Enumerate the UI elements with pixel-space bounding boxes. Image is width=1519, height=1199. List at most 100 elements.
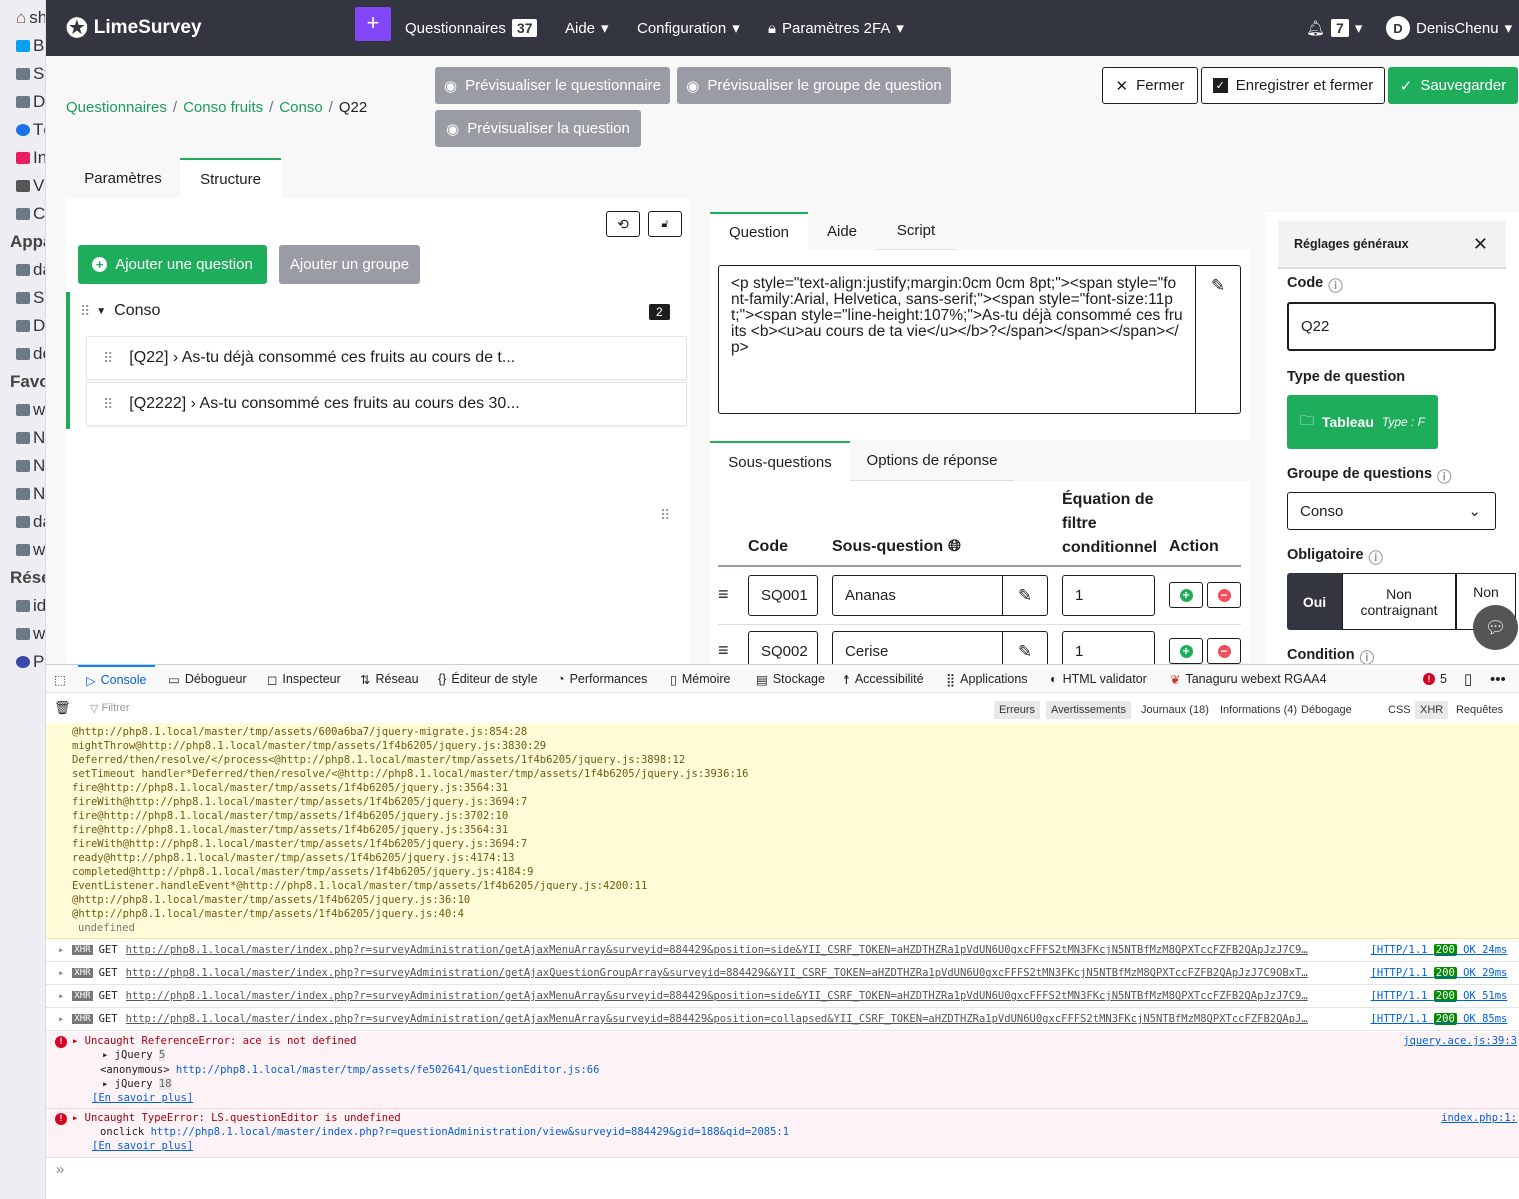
tab-console[interactable]: ▷ Console xyxy=(78,665,155,693)
xhr-request-row[interactable]: ▸ XHR GET http://php8.1.local/master/index.… xyxy=(46,985,1519,1008)
error-count[interactable]: ! 5 xyxy=(1423,665,1447,693)
error-message[interactable]: ▸ Uncaught TypeError: LS.questionEditor … xyxy=(72,1112,401,1124)
clear-console-icon[interactable]: 🗑︎ xyxy=(54,700,71,716)
sidebar-item[interactable]: da xyxy=(16,512,45,532)
question-type-button[interactable]: 🗀 Tableau Type : F xyxy=(1287,395,1438,449)
console-input[interactable]: » xyxy=(56,1161,64,1178)
sidebar-item[interactable]: w xyxy=(16,624,45,644)
edit-html-button[interactable]: ✎ xyxy=(1195,265,1241,414)
sidebar-item[interactable]: N xyxy=(16,484,45,504)
tab-memory[interactable]: ▯ Mémoire xyxy=(670,665,731,693)
tab-structure[interactable]: Structure xyxy=(180,158,281,198)
sidebar-item-home[interactable]: ⌂ sh xyxy=(16,8,45,28)
sidebar-item[interactable]: da xyxy=(16,260,45,280)
breadcrumb-questionnaires[interactable]: Questionnaires xyxy=(66,99,167,116)
status-link[interactable]: [HTTP/1.1 200 OK 51ms xyxy=(1371,990,1507,1002)
more-options-icon[interactable]: ••• xyxy=(1490,665,1506,693)
tab-html-validator[interactable]: ◐ HTML validator xyxy=(1050,665,1147,693)
preview-question-button[interactable]: ◉ Prévisualiser la question xyxy=(435,110,641,147)
notifications-button[interactable]: 🔔︎ 7 ▾ xyxy=(1306,0,1362,56)
group-select[interactable]: Conso ⌄ xyxy=(1287,492,1496,530)
sidebar-item[interactable]: D xyxy=(16,92,45,112)
expand-icon[interactable]: ▸ xyxy=(58,944,64,956)
stack-jquery[interactable]: ▸ jQuery 5 xyxy=(102,1049,166,1061)
stack-jquery[interactable]: ▸ jQuery 18 xyxy=(102,1078,172,1090)
request-url[interactable]: http://php8.1.local/master/index.php?r=s… xyxy=(126,944,1361,956)
group-row[interactable]: ⠿ ▼ Conso xyxy=(80,302,160,320)
sidebar-item[interactable]: In xyxy=(16,148,45,168)
sidebar-item[interactable]: P xyxy=(16,652,44,672)
tab-network[interactable]: ⇅ Réseau xyxy=(360,665,419,693)
close-button[interactable]: ✕ Fermer xyxy=(1102,67,1198,104)
tab-storage[interactable]: ▤ Stockage xyxy=(756,665,825,693)
filter-errors[interactable]: Erreurs xyxy=(994,701,1041,719)
filter-logs[interactable]: Journaux (18) xyxy=(1136,701,1214,719)
sidebar-item[interactable]: w xyxy=(16,540,45,560)
nav-aide[interactable]: Aide ▾ xyxy=(565,0,609,56)
sidebar-item[interactable]: w xyxy=(16,400,45,420)
pick-element-icon[interactable]: ⬚ xyxy=(54,665,66,693)
breadcrumb-group[interactable]: Conso xyxy=(279,99,322,116)
source-link[interactable]: http://php8.1.local/master/tmp/assets/fe… xyxy=(176,1064,600,1076)
sidebar-item[interactable]: Té xyxy=(16,120,45,140)
delete-row-button[interactable]: − xyxy=(1207,638,1241,664)
status-link[interactable]: [HTTP/1.1 200 OK 24ms xyxy=(1371,944,1507,956)
add-question-button[interactable]: + Ajouter une question xyxy=(78,245,267,284)
drag-handle-icon[interactable]: ⠿ xyxy=(103,350,113,367)
tab-applications[interactable]: ⣿ Applications xyxy=(946,665,1028,693)
sidebar-item[interactable]: D xyxy=(16,316,45,336)
close-icon[interactable]: ✕ xyxy=(1473,234,1488,255)
request-url[interactable]: http://php8.1.local/master/index.php?r=s… xyxy=(126,1013,1361,1025)
tab-performance[interactable]: ◔ Performances xyxy=(557,665,647,693)
sidebar-item[interactable]: de xyxy=(16,344,45,364)
sidebar-item[interactable]: Sy xyxy=(16,64,45,84)
resize-handle-icon[interactable]: ⠿ xyxy=(660,507,670,524)
source-link[interactable]: http://php8.1.local/master/index.php?r=q… xyxy=(151,1126,789,1138)
preview-survey-button[interactable]: ◉ Prévisualiser le questionnaire xyxy=(435,67,670,104)
sidebar-item[interactable]: C xyxy=(16,204,45,224)
filter-css[interactable]: CSS xyxy=(1383,701,1416,719)
subquestion-input[interactable]: Ananas ✎ xyxy=(832,575,1048,616)
lock-button[interactable]: 🔓︎ xyxy=(648,211,682,237)
request-url[interactable]: http://php8.1.local/master/index.php?r=s… xyxy=(126,967,1361,979)
nav-2fa[interactable]: 🔒︎ Paramètres 2FA ▾ xyxy=(768,0,904,56)
tab-subquestions[interactable]: Sous-questions xyxy=(710,441,850,481)
tab-answer-options[interactable]: Options de réponse xyxy=(850,441,1014,481)
responsive-mode-icon[interactable]: ▯ xyxy=(1464,665,1472,693)
sidebar-item[interactable]: ST xyxy=(16,288,45,308)
row-drag-icon[interactable]: ≡ xyxy=(718,584,729,605)
code-input[interactable]: SQ001 xyxy=(748,575,818,616)
learn-more-link[interactable]: [En savoir plus] xyxy=(92,1092,193,1104)
filter-debug[interactable]: Débogage xyxy=(1296,701,1357,719)
expand-icon[interactable]: ▸ xyxy=(58,1013,64,1025)
filter-info[interactable]: Informations (4) xyxy=(1215,701,1302,719)
tab-accessibility[interactable]: ☨ Accessibilité xyxy=(843,665,924,693)
drag-handle-icon[interactable]: ⠿ xyxy=(80,303,90,320)
add-row-button[interactable]: + xyxy=(1169,638,1203,664)
sync-button[interactable]: ⟲ xyxy=(606,211,640,237)
mandatory-oui[interactable]: Oui xyxy=(1287,573,1342,630)
tab-inspector[interactable]: ◻ Inspecteur xyxy=(267,665,341,693)
save-and-close-button[interactable]: ✓ Enregistrer et fermer xyxy=(1201,67,1385,104)
question-source-textarea[interactable]: <p style="text-align:justify;margin:0cm … xyxy=(718,265,1196,414)
sidebar-item[interactable]: B xyxy=(16,36,44,56)
tab-parametres[interactable]: Paramètres xyxy=(66,158,180,198)
request-url[interactable]: http://php8.1.local/master/index.php?r=s… xyxy=(126,990,1361,1002)
filter-requests[interactable]: Requêtes xyxy=(1451,701,1508,719)
expand-icon[interactable]: ▸ xyxy=(58,967,64,979)
save-button[interactable]: ✓ Sauvegarder xyxy=(1388,67,1518,104)
sidebar-item[interactable]: Vi xyxy=(16,176,45,196)
filter-xhr[interactable]: XHR xyxy=(1415,701,1449,719)
delete-row-button[interactable]: − xyxy=(1207,582,1241,608)
nav-configuration[interactable]: Configuration ▾ xyxy=(637,0,740,56)
question-item[interactable]: ⠿ [Q22] › As-tu déjà consommé ces fruits … xyxy=(86,336,687,380)
error-source-link[interactable]: index.php:1: xyxy=(1441,1112,1517,1124)
filter-input[interactable]: 1 xyxy=(1062,575,1155,616)
status-link[interactable]: [HTTP/1.1 200 OK 29ms xyxy=(1371,967,1507,979)
feedback-button[interactable]: 💬︎ xyxy=(1473,605,1518,650)
pencil-icon[interactable]: ✎ xyxy=(1002,576,1047,615)
sidebar-item[interactable]: id xyxy=(16,596,45,616)
sidebar-item[interactable]: N xyxy=(16,456,45,476)
code-field[interactable]: Q22 xyxy=(1287,302,1496,351)
filter-input[interactable]: ▽ Filtrer xyxy=(90,702,130,715)
